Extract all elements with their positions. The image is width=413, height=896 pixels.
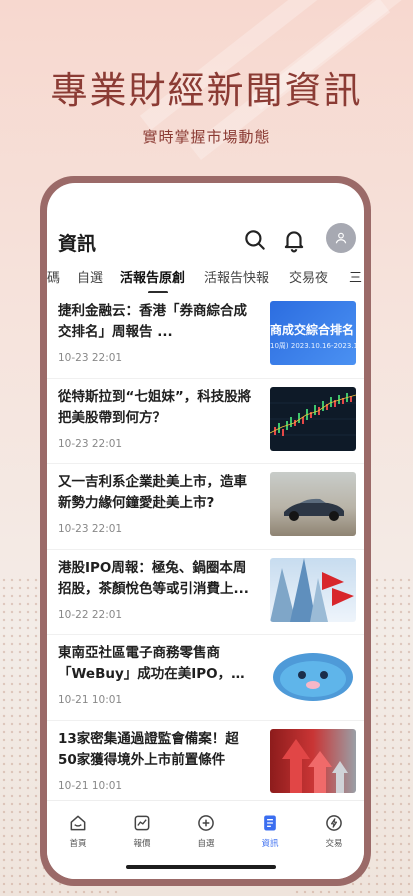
nav-home[interactable]: 首頁	[53, 813, 103, 849]
news-time: 10-21 10:01	[58, 779, 123, 792]
news-item[interactable]: 東南亞社區電子商務零售商「WeBuy」成功在美IPO，首... 10-21 10…	[47, 635, 364, 721]
news-item[interactable]: 又一吉利系企業赴美上市，造車新勢力緣何鐘愛赴美上市? 10-23 22:01	[47, 464, 364, 550]
bottom-nav: 首頁 報價 自選 資訊 交易	[47, 800, 364, 879]
news-title: 又一吉利系企業赴美上市，造車新勢力緣何鐘愛赴美上市?	[58, 474, 247, 511]
tab-partial[interactable]: 碼	[47, 267, 60, 286]
news-thumbnail-car	[270, 472, 356, 536]
trade-icon	[326, 815, 342, 831]
news-thumbnail-mascot	[270, 643, 356, 707]
nav-news[interactable]: 資訊	[245, 813, 295, 849]
news-time: 10-23 22:01	[58, 437, 123, 450]
chart-icon	[134, 815, 150, 831]
news-item[interactable]: 從特斯拉到“七姐妹”，科技股將把美股帶到何方？ 10-23 22:01	[47, 379, 364, 464]
news-title: 東南亞社區電子商務零售商「WeBuy」成功在美IPO，首...	[58, 645, 232, 682]
hero-section: 專業財經新聞資訊 實時掌握市場動態	[0, 0, 413, 180]
news-title: 13家密集通過證監會備案！超50家獲得境外上市前置條件	[58, 730, 239, 768]
nav-label: 交易	[325, 839, 343, 849]
tab-original-reports[interactable]: 活報告原創	[120, 267, 185, 286]
nav-label: 資訊	[261, 839, 279, 849]
news-time: 10-23 22:01	[58, 352, 123, 364]
thumb-subtext: 10周) 2023.10.16-2023.10	[270, 342, 356, 350]
news-list: 捷利金融云：香港「券商綜合成交排名」周報告 ... 10-23 22:01 商成…	[47, 293, 364, 806]
news-thumbnail-stock-chart	[270, 386, 356, 451]
news-thumbnail-ranking: 商成交綜合排名 10周) 2023.10.16-2023.10	[270, 301, 356, 365]
page-title: 資訊	[58, 233, 97, 255]
news-time: 10-21 10:01	[58, 694, 123, 706]
tab-trading-night[interactable]: 交易夜	[289, 267, 328, 286]
bell-icon[interactable]	[281, 227, 307, 253]
avatar[interactable]	[326, 223, 356, 253]
plus-circle-icon	[198, 815, 214, 831]
news-thumbnail-arrows	[270, 728, 356, 793]
hero-subtitle: 實時掌握市場動態	[142, 128, 271, 146]
news-item[interactable]: 捷利金融云：香港「券商綜合成交排名」周報告 ... 10-23 22:01 商成…	[47, 293, 364, 379]
document-icon	[264, 815, 276, 831]
search-icon[interactable]	[242, 227, 268, 253]
tab-flash-reports[interactable]: 活報告快報	[204, 267, 269, 286]
home-indicator	[126, 865, 276, 869]
news-item[interactable]: 港股IPO周報：極兔、鍋圈本周招股，茶顏悅色等或引消費上... 10-22 22…	[47, 550, 364, 635]
app-screen: 資訊 碼 自選 活報告原創 活報告快報 交易夜 三 捷利金融云：香港「券商綜合成…	[47, 183, 364, 879]
nav-label: 報價	[133, 839, 151, 849]
news-title: 港股IPO周報：極兔、鍋圈本周招股，茶顏悅色等或引消費上...	[58, 559, 249, 597]
avatar-icon	[335, 232, 347, 244]
hero-title: 專業財經新聞資訊	[50, 69, 363, 112]
nav-trade[interactable]: 交易	[309, 813, 359, 849]
tab-bar: 碼 自選 活報告原創 活報告快報 交易夜 三	[47, 263, 364, 293]
news-thumbnail-buildings	[270, 557, 356, 622]
home-icon	[70, 815, 86, 831]
news-item[interactable]: 13家密集通過證監會備案！超50家獲得境外上市前置條件 10-21 10:01	[47, 721, 364, 806]
news-title: 從特斯拉到“七姐妹”，科技股將把美股帶到何方？	[58, 388, 252, 426]
phone-frame: 資訊 碼 自選 活報告原創 活報告快報 交易夜 三 捷利金融云：香港「券商綜合成…	[40, 176, 371, 886]
nav-watchlist[interactable]: 自選	[181, 813, 231, 849]
news-time: 10-22 22:01	[58, 608, 123, 621]
nav-label: 自選	[197, 839, 215, 849]
nav-label: 首頁	[69, 839, 87, 849]
tab-watchlist[interactable]: 自選	[77, 267, 103, 286]
thumb-text: 商成交綜合排名	[270, 323, 355, 337]
app-header: 資訊	[47, 221, 364, 265]
tab-menu-icon[interactable]: 三	[344, 267, 362, 286]
news-title: 捷利金融云：香港「券商綜合成交排名」周報告 ...	[58, 303, 247, 340]
news-time: 10-23 22:01	[58, 523, 123, 535]
nav-quotes[interactable]: 報價	[117, 813, 167, 849]
